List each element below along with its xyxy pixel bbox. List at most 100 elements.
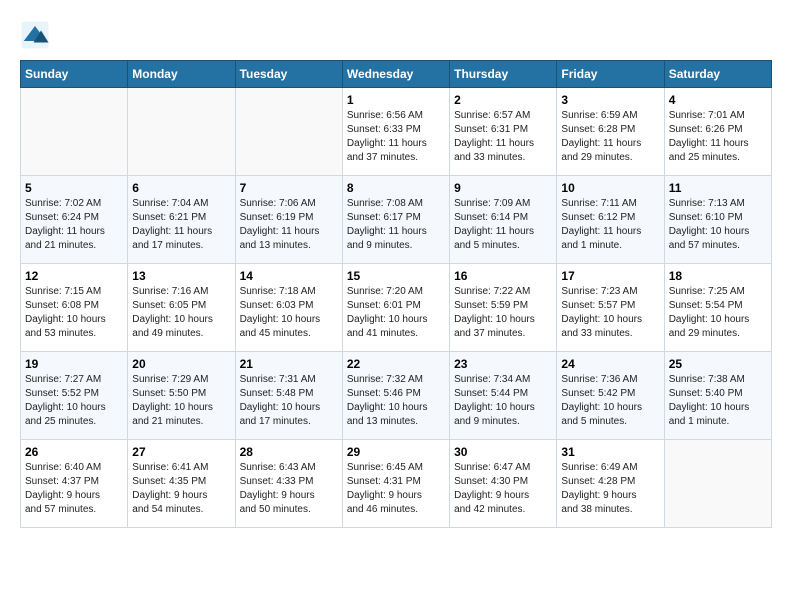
day-cell: 1 Sunrise: 6:56 AM Sunset: 6:33 PM Daylig… — [342, 88, 449, 176]
day-cell: 19 Sunrise: 7:27 AM Sunset: 5:52 PM Dayli… — [21, 352, 128, 440]
page-header — [20, 20, 772, 50]
day-cell: 15Sunrise: 7:20 AM Sunset: 6:01 PM Dayli… — [342, 264, 449, 352]
day-number: 24 — [561, 357, 659, 371]
day-cell: 7 Sunrise: 7:06 AM Sunset: 6:19 PM Daylig… — [235, 176, 342, 264]
day-number: 2 — [454, 93, 552, 107]
day-cell: 29 Sunrise: 6:45 AM Sunset: 4:31 PM Dayli… — [342, 440, 449, 528]
day-info: Sunrise: 7:27 AM Sunset: 5:52 PM Dayligh… — [25, 373, 123, 429]
day-number: 16 — [454, 269, 552, 283]
day-cell: 18 Sunrise: 7:25 AM Sunset: 5:54 PM Dayli… — [664, 264, 771, 352]
day-number: 19 — [25, 357, 123, 371]
week-row-4: 19 Sunrise: 7:27 AM Sunset: 5:52 PM Dayli… — [21, 352, 772, 440]
day-cell: 26 Sunrise: 6:40 AM Sunset: 4:37 PM Dayli… — [21, 440, 128, 528]
day-cell — [128, 88, 235, 176]
day-number: 22 — [347, 357, 445, 371]
day-number: 8 — [347, 181, 445, 195]
day-number: 25 — [669, 357, 767, 371]
day-cell: 31 Sunrise: 6:49 AM Sunset: 4:28 PM Dayli… — [557, 440, 664, 528]
day-number: 3 — [561, 93, 659, 107]
day-cell: 17Sunrise: 7:23 AM Sunset: 5:57 PM Dayli… — [557, 264, 664, 352]
column-header-friday: Friday — [557, 61, 664, 88]
day-cell: 6 Sunrise: 7:04 AM Sunset: 6:21 PM Daylig… — [128, 176, 235, 264]
day-info: Sunrise: 7:15 AM Sunset: 6:08 PM Dayligh… — [25, 285, 123, 341]
week-row-3: 12 Sunrise: 7:15 AM Sunset: 6:08 PM Dayli… — [21, 264, 772, 352]
day-cell: 9 Sunrise: 7:09 AM Sunset: 6:14 PM Daylig… — [450, 176, 557, 264]
day-number: 21 — [240, 357, 338, 371]
day-info: Sunrise: 6:45 AM Sunset: 4:31 PM Dayligh… — [347, 461, 445, 517]
day-cell: 8 Sunrise: 7:08 AM Sunset: 6:17 PM Daylig… — [342, 176, 449, 264]
day-number: 9 — [454, 181, 552, 195]
day-number: 30 — [454, 445, 552, 459]
day-info: Sunrise: 7:13 AM Sunset: 6:10 PM Dayligh… — [669, 197, 767, 253]
day-info: Sunrise: 6:49 AM Sunset: 4:28 PM Dayligh… — [561, 461, 659, 517]
day-info: Sunrise: 7:20 AM Sunset: 6:01 PM Dayligh… — [347, 285, 445, 341]
day-info: Sunrise: 7:06 AM Sunset: 6:19 PM Dayligh… — [240, 197, 338, 253]
day-number: 12 — [25, 269, 123, 283]
header-row: SundayMondayTuesdayWednesdayThursdayFrid… — [21, 61, 772, 88]
day-info: Sunrise: 7:23 AM Sunset: 5:57 PM Dayligh… — [561, 285, 659, 341]
day-cell: 10 Sunrise: 7:11 AM Sunset: 6:12 PM Dayli… — [557, 176, 664, 264]
day-info: Sunrise: 7:32 AM Sunset: 5:46 PM Dayligh… — [347, 373, 445, 429]
day-number: 4 — [669, 93, 767, 107]
day-cell: 3 Sunrise: 6:59 AM Sunset: 6:28 PM Daylig… — [557, 88, 664, 176]
day-info: Sunrise: 7:29 AM Sunset: 5:50 PM Dayligh… — [132, 373, 230, 429]
day-info: Sunrise: 7:11 AM Sunset: 6:12 PM Dayligh… — [561, 197, 659, 253]
day-cell: 28Sunrise: 6:43 AM Sunset: 4:33 PM Dayli… — [235, 440, 342, 528]
day-info: Sunrise: 7:36 AM Sunset: 5:42 PM Dayligh… — [561, 373, 659, 429]
day-info: Sunrise: 7:22 AM Sunset: 5:59 PM Dayligh… — [454, 285, 552, 341]
column-header-tuesday: Tuesday — [235, 61, 342, 88]
day-cell: 21Sunrise: 7:31 AM Sunset: 5:48 PM Dayli… — [235, 352, 342, 440]
day-cell: 4 Sunrise: 7:01 AM Sunset: 6:26 PM Daylig… — [664, 88, 771, 176]
day-cell: 2 Sunrise: 6:57 AM Sunset: 6:31 PM Daylig… — [450, 88, 557, 176]
day-info: Sunrise: 7:09 AM Sunset: 6:14 PM Dayligh… — [454, 197, 552, 253]
day-number: 11 — [669, 181, 767, 195]
day-info: Sunrise: 7:01 AM Sunset: 6:26 PM Dayligh… — [669, 109, 767, 165]
day-info: Sunrise: 7:08 AM Sunset: 6:17 PM Dayligh… — [347, 197, 445, 253]
day-info: Sunrise: 6:41 AM Sunset: 4:35 PM Dayligh… — [132, 461, 230, 517]
day-cell: 22 Sunrise: 7:32 AM Sunset: 5:46 PM Dayli… — [342, 352, 449, 440]
column-header-sunday: Sunday — [21, 61, 128, 88]
day-cell: 12 Sunrise: 7:15 AM Sunset: 6:08 PM Dayli… — [21, 264, 128, 352]
day-info: Sunrise: 6:47 AM Sunset: 4:30 PM Dayligh… — [454, 461, 552, 517]
day-info: Sunrise: 6:59 AM Sunset: 6:28 PM Dayligh… — [561, 109, 659, 165]
day-info: Sunrise: 7:02 AM Sunset: 6:24 PM Dayligh… — [25, 197, 123, 253]
day-info: Sunrise: 7:04 AM Sunset: 6:21 PM Dayligh… — [132, 197, 230, 253]
day-info: Sunrise: 6:56 AM Sunset: 6:33 PM Dayligh… — [347, 109, 445, 165]
day-number: 28 — [240, 445, 338, 459]
day-info: Sunrise: 7:38 AM Sunset: 5:40 PM Dayligh… — [669, 373, 767, 429]
day-number: 31 — [561, 445, 659, 459]
day-number: 7 — [240, 181, 338, 195]
day-number: 26 — [25, 445, 123, 459]
day-number: 10 — [561, 181, 659, 195]
day-cell — [21, 88, 128, 176]
day-cell: 25 Sunrise: 7:38 AM Sunset: 5:40 PM Dayli… — [664, 352, 771, 440]
day-number: 13 — [132, 269, 230, 283]
day-info: Sunrise: 6:40 AM Sunset: 4:37 PM Dayligh… — [25, 461, 123, 517]
day-info: Sunrise: 7:25 AM Sunset: 5:54 PM Dayligh… — [669, 285, 767, 341]
day-number: 1 — [347, 93, 445, 107]
day-cell: 20 Sunrise: 7:29 AM Sunset: 5:50 PM Dayli… — [128, 352, 235, 440]
day-cell — [664, 440, 771, 528]
column-header-monday: Monday — [128, 61, 235, 88]
day-number: 27 — [132, 445, 230, 459]
calendar-table: SundayMondayTuesdayWednesdayThursdayFrid… — [20, 60, 772, 528]
day-cell: 5 Sunrise: 7:02 AM Sunset: 6:24 PM Daylig… — [21, 176, 128, 264]
day-cell: 14 Sunrise: 7:18 AM Sunset: 6:03 PM Dayli… — [235, 264, 342, 352]
logo — [20, 20, 54, 50]
week-row-5: 26 Sunrise: 6:40 AM Sunset: 4:37 PM Dayli… — [21, 440, 772, 528]
day-number: 5 — [25, 181, 123, 195]
day-info: Sunrise: 6:57 AM Sunset: 6:31 PM Dayligh… — [454, 109, 552, 165]
day-number: 29 — [347, 445, 445, 459]
day-number: 6 — [132, 181, 230, 195]
day-number: 18 — [669, 269, 767, 283]
day-info: Sunrise: 7:18 AM Sunset: 6:03 PM Dayligh… — [240, 285, 338, 341]
day-number: 20 — [132, 357, 230, 371]
day-cell: 11 Sunrise: 7:13 AM Sunset: 6:10 PM Dayli… — [664, 176, 771, 264]
day-number: 14 — [240, 269, 338, 283]
day-number: 23 — [454, 357, 552, 371]
day-cell: 16 Sunrise: 7:22 AM Sunset: 5:59 PM Dayli… — [450, 264, 557, 352]
day-cell: 23 Sunrise: 7:34 AM Sunset: 5:44 PM Dayli… — [450, 352, 557, 440]
day-info: Sunrise: 7:16 AM Sunset: 6:05 PM Dayligh… — [132, 285, 230, 341]
day-info: Sunrise: 7:34 AM Sunset: 5:44 PM Dayligh… — [454, 373, 552, 429]
column-header-saturday: Saturday — [664, 61, 771, 88]
